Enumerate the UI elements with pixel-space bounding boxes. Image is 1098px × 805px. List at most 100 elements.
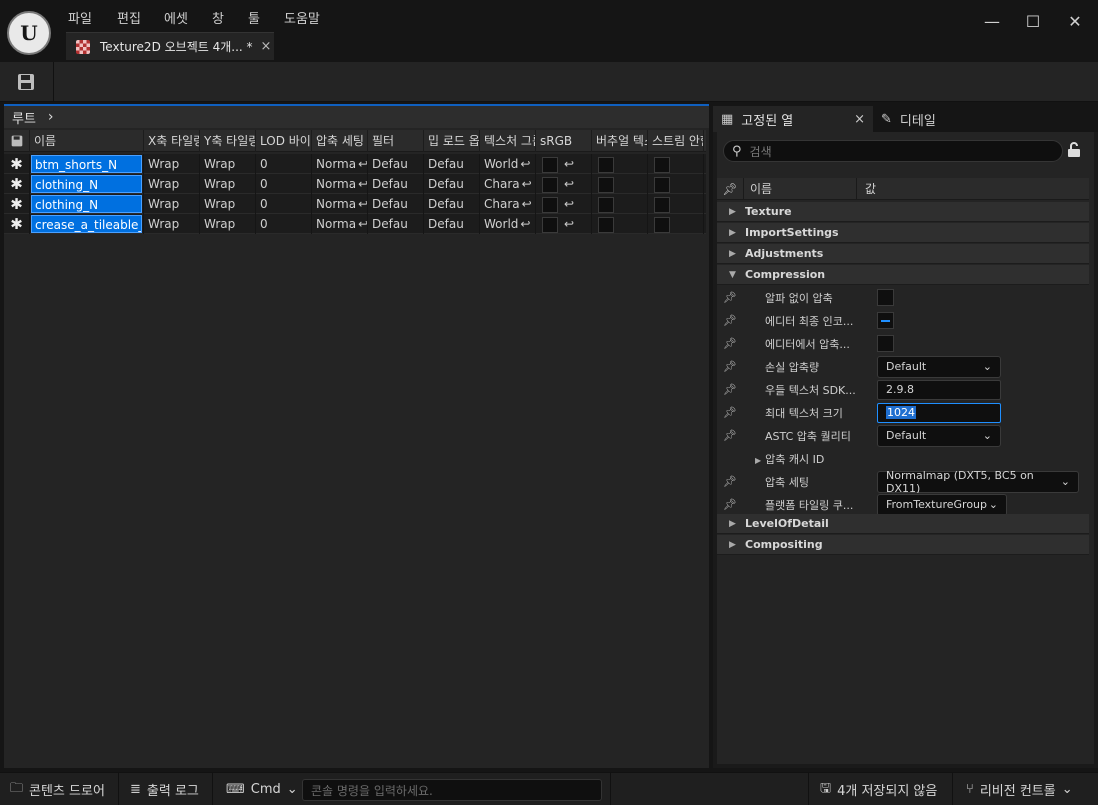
- menu-help[interactable]: 도움말: [284, 8, 320, 27]
- virtual-texture-value[interactable]: [592, 194, 648, 214]
- pin-icon[interactable]: 📌︎: [717, 429, 743, 442]
- minimize-button[interactable]: —: [982, 12, 1002, 32]
- category-compression[interactable]: ▼ Compression: [717, 265, 1089, 285]
- never-stream-value[interactable]: [648, 214, 704, 234]
- pin-icon[interactable]: 📌︎: [717, 406, 743, 419]
- close-icon[interactable]: ×: [854, 112, 865, 127]
- asset-name[interactable]: crease_a_tileable_N: [31, 215, 142, 233]
- prop-compression-cache-id[interactable]: ▶ 압축 캐시 ID: [717, 447, 1089, 470]
- pin-star-icon[interactable]: ✱: [4, 194, 30, 214]
- breadcrumb-root[interactable]: 루트: [12, 108, 36, 127]
- menu-tools[interactable]: 툴: [248, 8, 260, 27]
- unsaved-assets-button[interactable]: 🖫︎ 4개 저장되지 않음: [820, 773, 937, 805]
- oodle-sdk-field[interactable]: 2.9.8: [877, 379, 1001, 400]
- category-texture[interactable]: ▶ Texture: [717, 202, 1089, 222]
- filter-value[interactable]: Defau: [368, 194, 424, 214]
- header-prop-value[interactable]: 값: [857, 180, 876, 197]
- reset-icon[interactable]: ↩: [522, 197, 532, 211]
- maximize-button[interactable]: ☐: [1023, 12, 1043, 32]
- never-stream-checkbox[interactable]: [654, 196, 670, 213]
- header-srgb[interactable]: sRGB: [536, 130, 592, 152]
- virtual-texture-value[interactable]: [592, 174, 648, 194]
- expand-arrow-icon[interactable]: ▶: [729, 519, 745, 529]
- output-log-button[interactable]: ≣ 출력 로그: [130, 773, 199, 805]
- pin-star-icon[interactable]: ✱: [4, 154, 30, 174]
- expand-arrow-icon[interactable]: ▶: [729, 228, 745, 238]
- x-tiling-value[interactable]: Wrap: [144, 214, 200, 234]
- reset-icon[interactable]: ↩: [564, 177, 574, 191]
- mip-load-value[interactable]: Defau: [424, 214, 480, 234]
- cmd-dropdown[interactable]: ⌨︎ Cmd ⌄: [226, 773, 298, 805]
- compression-settings-dropdown[interactable]: Normalmap (DXT5, BC5 on DX11) ⌄: [877, 469, 1079, 495]
- texture-group-value[interactable]: Chara ↩: [480, 194, 536, 214]
- virtual-texture-checkbox[interactable]: [598, 216, 614, 233]
- never-stream-checkbox[interactable]: [654, 156, 670, 173]
- asset-name[interactable]: clothing_N: [31, 195, 142, 213]
- compression-value[interactable]: Norma ↩: [312, 214, 368, 234]
- y-tiling-value[interactable]: Wrap: [200, 214, 256, 234]
- filter-value[interactable]: Defau: [368, 214, 424, 234]
- reset-icon[interactable]: ↩: [358, 177, 367, 191]
- reset-icon[interactable]: ↩: [358, 157, 367, 171]
- reset-icon[interactable]: ↩: [520, 157, 530, 171]
- virtual-texture-value[interactable]: [592, 214, 648, 234]
- never-stream-checkbox[interactable]: [654, 176, 670, 193]
- category-import-settings[interactable]: ▶ ImportSettings: [717, 223, 1089, 243]
- category-level-of-detail[interactable]: ▶ LevelOfDetail: [717, 514, 1089, 534]
- pin-icon[interactable]: 📌︎: [717, 360, 743, 373]
- srgb-checkbox[interactable]: [542, 156, 558, 173]
- x-tiling-value[interactable]: Wrap: [144, 154, 200, 174]
- pin-icon[interactable]: 📌︎: [717, 337, 743, 350]
- pin-icon[interactable]: 📌︎: [717, 383, 743, 396]
- srgb-checkbox[interactable]: [542, 196, 558, 213]
- lossy-compression-dropdown[interactable]: Default ⌄: [877, 355, 1001, 378]
- category-compositing[interactable]: ▶ Compositing: [717, 535, 1089, 555]
- virtual-texture-checkbox[interactable]: [598, 196, 614, 213]
- menu-edit[interactable]: 편집: [117, 8, 141, 27]
- content-drawer-button[interactable]: 🗀︎ 콘텐츠 드로어: [10, 773, 105, 805]
- header-compression[interactable]: 압축 세팅: [312, 130, 368, 152]
- category-adjustments[interactable]: ▶ Adjustments: [717, 244, 1089, 264]
- expand-arrow-icon[interactable]: ▶: [729, 249, 745, 259]
- mip-load-value[interactable]: Defau: [424, 174, 480, 194]
- lod-bias-value[interactable]: 0: [256, 214, 312, 234]
- unreal-logo[interactable]: U: [7, 11, 51, 55]
- pin-icon[interactable]: 📌︎: [717, 498, 743, 511]
- menu-file[interactable]: 파일: [68, 8, 92, 27]
- texture-group-value[interactable]: Chara ↩: [480, 174, 536, 194]
- texture-group-value[interactable]: World ↩: [480, 154, 536, 174]
- header-never-stream[interactable]: 스트림 안함: [648, 130, 704, 152]
- chevron-right-icon[interactable]: ›: [48, 109, 54, 125]
- pin-icon[interactable]: 📌︎: [717, 314, 743, 327]
- table-row[interactable]: ✱ crease_a_tileable_N Wrap Wrap 0 Norma ↩…: [4, 214, 706, 234]
- header-texture-group[interactable]: 텍스처 그룹: [480, 130, 536, 152]
- platform-tiling-dropdown[interactable]: FromTextureGroup ⌄: [877, 493, 1007, 516]
- header-filter[interactable]: 필터: [368, 130, 424, 152]
- expand-arrow-icon[interactable]: ▶: [729, 540, 745, 550]
- x-tiling-value[interactable]: Wrap: [144, 194, 200, 214]
- lock-icon[interactable]: [1067, 142, 1083, 160]
- never-stream-checkbox[interactable]: [654, 216, 670, 233]
- asset-name[interactable]: btm_shorts_N: [31, 155, 142, 173]
- reset-icon[interactable]: ↩: [358, 217, 367, 231]
- mip-load-value[interactable]: Defau: [424, 194, 480, 214]
- compression-value[interactable]: Norma ↩: [312, 174, 368, 194]
- reset-icon[interactable]: ↩: [520, 217, 530, 231]
- compression-value[interactable]: Norma ↩: [312, 154, 368, 174]
- tab-pinned-columns[interactable]: ▦ 고정된 열 ×: [713, 106, 873, 132]
- y-tiling-value[interactable]: Wrap: [200, 174, 256, 194]
- virtual-texture-value[interactable]: [592, 154, 648, 174]
- y-tiling-value[interactable]: Wrap: [200, 194, 256, 214]
- srgb-checkbox[interactable]: [542, 176, 558, 193]
- document-tab[interactable]: Texture2D 오브젝트 4개... * ×: [66, 32, 274, 60]
- lod-bias-value[interactable]: 0: [256, 194, 312, 214]
- filter-value[interactable]: Defau: [368, 174, 424, 194]
- search-input[interactable]: ⚲ 검색: [723, 140, 1063, 162]
- mip-load-value[interactable]: Defau: [424, 154, 480, 174]
- reset-icon[interactable]: ↩: [564, 197, 574, 211]
- header-mip-load[interactable]: 밉 로드 옵션: [424, 130, 480, 152]
- header-virtual-texture[interactable]: 버추얼 텍스처: [592, 130, 648, 152]
- menu-asset[interactable]: 에셋: [164, 8, 188, 27]
- header-name[interactable]: 이름: [30, 130, 144, 152]
- pin-star-icon[interactable]: ✱: [4, 174, 30, 194]
